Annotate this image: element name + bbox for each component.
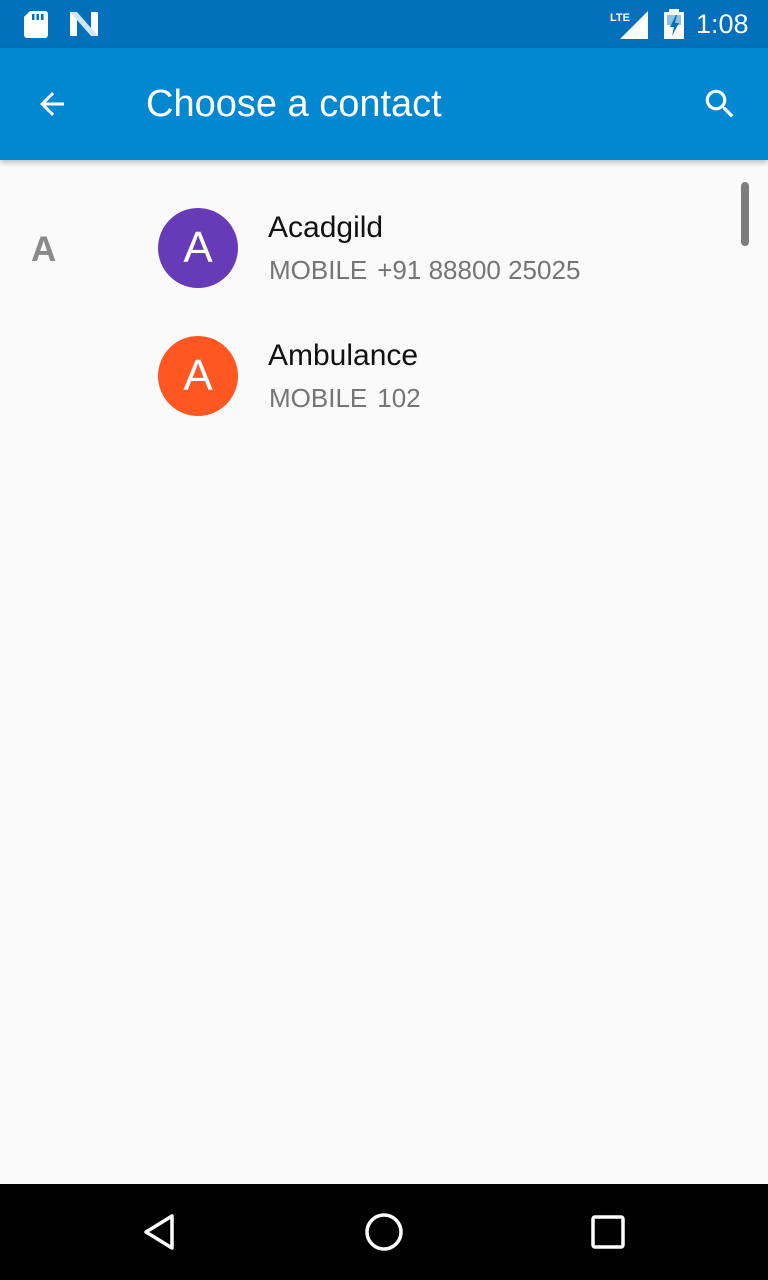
phone-number: +91 88800 25025 bbox=[377, 255, 581, 285]
app-bar: Choose a contact bbox=[0, 48, 768, 160]
avatar-initial: A bbox=[183, 223, 213, 272]
n-notification-icon bbox=[70, 12, 98, 36]
status-bar: LTE 1:08 bbox=[0, 0, 768, 48]
avatar: A bbox=[158, 208, 238, 288]
nav-recents-button[interactable] bbox=[580, 1204, 636, 1260]
avatar: A bbox=[158, 336, 238, 416]
nav-home-button[interactable] bbox=[356, 1204, 412, 1260]
recents-square-icon bbox=[591, 1215, 625, 1249]
home-circle-icon bbox=[365, 1213, 403, 1251]
navigation-bar bbox=[0, 1184, 768, 1280]
contact-detail: MOBILE 102 bbox=[269, 382, 421, 414]
network-label: LTE bbox=[610, 12, 630, 24]
phone-type: MOBILE bbox=[269, 255, 368, 285]
contact-detail: MOBILE +91 88800 25025 bbox=[269, 254, 580, 286]
phone-type: MOBILE bbox=[269, 383, 368, 413]
back-triangle-icon bbox=[144, 1214, 174, 1250]
scrollbar[interactable] bbox=[741, 182, 749, 246]
sd-card-icon bbox=[24, 11, 48, 38]
contact-item-acadgild[interactable]: A Acadgild MOBILE +91 88800 25025 bbox=[0, 184, 730, 312]
lte-signal-icon: LTE bbox=[610, 11, 648, 39]
back-button[interactable] bbox=[24, 76, 80, 132]
search-icon bbox=[705, 89, 734, 118]
search-button[interactable] bbox=[692, 76, 748, 132]
clock: 1:08 bbox=[696, 9, 749, 39]
phone-number: 102 bbox=[377, 383, 421, 413]
contact-item-ambulance[interactable]: A Ambulance MOBILE 102 bbox=[0, 312, 730, 440]
contact-name: Ambulance bbox=[268, 339, 419, 372]
arrow-back-icon bbox=[40, 92, 64, 116]
page-title: Choose a contact bbox=[146, 83, 442, 125]
contact-name: Acadgild bbox=[268, 211, 384, 244]
avatar-initial: A bbox=[183, 351, 213, 400]
battery-charging-icon bbox=[664, 9, 684, 39]
nav-back-button[interactable] bbox=[132, 1204, 188, 1260]
